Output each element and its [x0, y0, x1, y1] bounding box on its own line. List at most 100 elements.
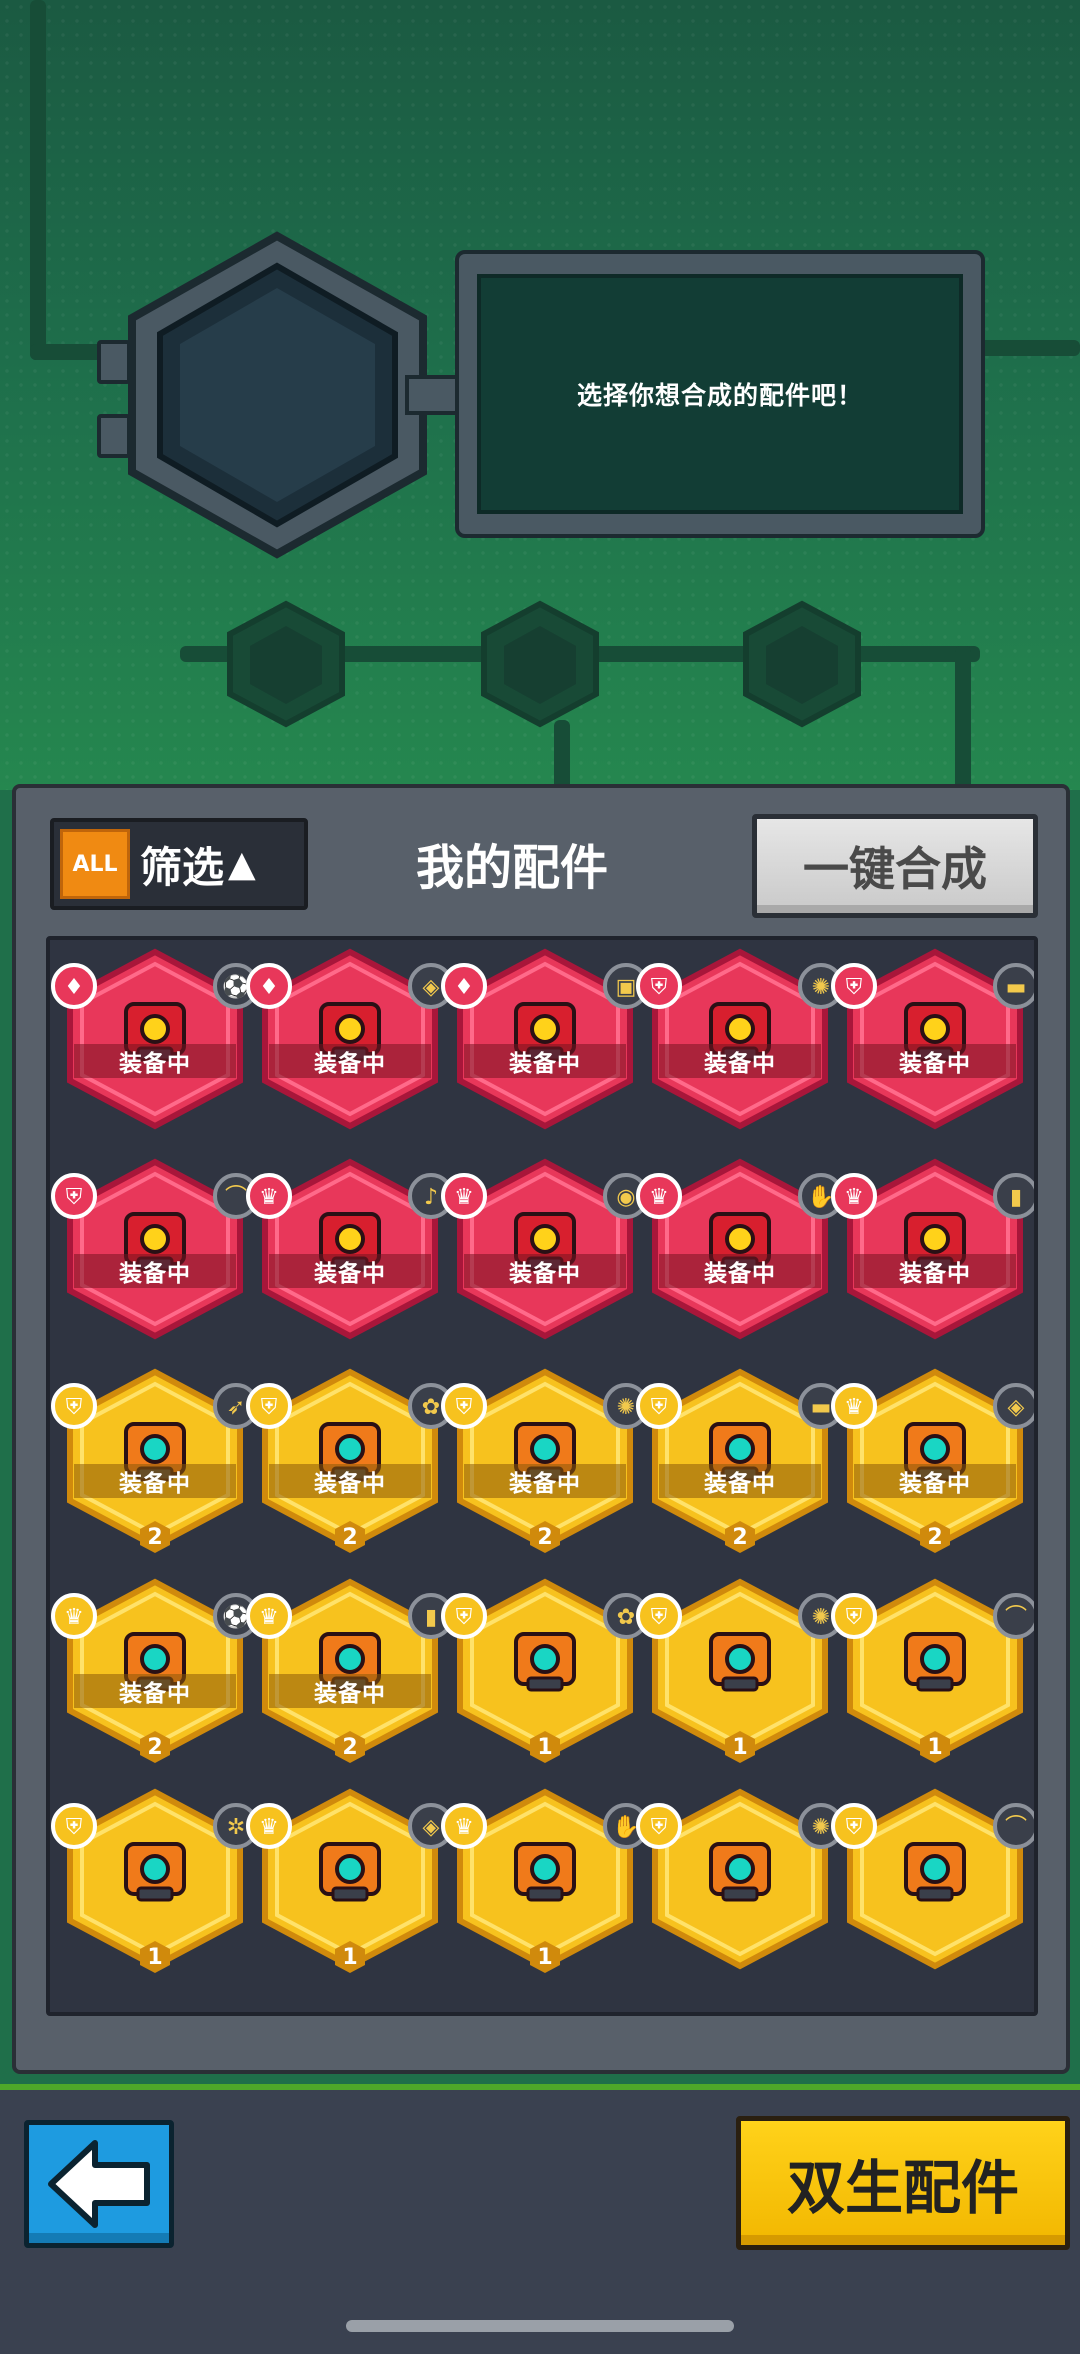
- part-card[interactable]: 装备中 ♦ ⚽: [51, 948, 259, 1138]
- level-badge: 1: [528, 1730, 562, 1764]
- svg-text:⛨: ⛨: [66, 1185, 83, 1210]
- svg-text:⛨: ⛨: [456, 1605, 473, 1630]
- equipped-label: 装备中: [659, 1464, 821, 1498]
- part-card[interactable]: 装备中 ⛨ ▬: [831, 948, 1034, 1138]
- crown-icon: ♛: [440, 1802, 488, 1850]
- walker-part: [124, 1842, 186, 1902]
- part-card[interactable]: 装备中 2 ♛ ◈: [831, 1368, 1034, 1558]
- shield-icon: ⛨: [830, 962, 878, 1010]
- crest-icon: ♦: [440, 962, 488, 1010]
- level-badge: 2: [138, 1520, 172, 1554]
- part-card[interactable]: 装备中 ♦ ◈: [246, 948, 454, 1138]
- crown-icon: ♛: [635, 1172, 683, 1220]
- empty-socket: [227, 600, 345, 728]
- part-card[interactable]: 装备中 ♛ ♪: [246, 1158, 454, 1348]
- shield-icon: ⛨: [635, 1802, 683, 1850]
- part-card[interactable]: 装备中 2 ⛨ ✺: [441, 1368, 649, 1558]
- crest-icon: ♦: [50, 962, 98, 1010]
- part-card[interactable]: 装备中 ⛨ ⌒: [51, 1158, 259, 1348]
- part-card[interactable]: 装备中 ♦ ▣: [441, 948, 649, 1138]
- part-card[interactable]: 装备中 ♛ ✋: [636, 1158, 844, 1348]
- equipped-label: 装备中: [74, 1044, 236, 1078]
- merge-all-button[interactable]: 一键合成: [752, 814, 1038, 918]
- level-badge: 2: [528, 1520, 562, 1554]
- filter-button[interactable]: ALL 筛选 ▲: [50, 818, 308, 910]
- svg-text:♛: ♛: [649, 1185, 669, 1210]
- shield-icon: ⛨: [50, 1382, 98, 1430]
- parts-grid: 装备中 ♦ ⚽ 装备中 ♦ ◈ 装备中 ♦ ▣ 装备中 ⛨ ✺ 装备中 ⛨ ▬ 装备中 ⛨ ⌒ 装备中 ♛ ♪ 装备中 ♛ ◉…: [46, 936, 1038, 2016]
- equipped-label: 装备中: [659, 1254, 821, 1288]
- part-card[interactable]: 1 ♛ ✋: [441, 1788, 649, 1978]
- svg-text:▬: ▬: [1006, 975, 1027, 1000]
- part-card[interactable]: 装备中 2 ⛨ ✿: [246, 1368, 454, 1558]
- back-button[interactable]: [24, 2120, 174, 2248]
- twin-parts-button[interactable]: 双生配件: [736, 2116, 1070, 2250]
- hint-text: 选择你想合成的配件吧！: [576, 381, 863, 410]
- svg-text:◉: ◉: [616, 1185, 635, 1210]
- level-number: 2: [342, 1524, 358, 1550]
- coil-part: [709, 1632, 771, 1692]
- part-card[interactable]: 装备中 2 ⛨ ➶: [51, 1368, 259, 1558]
- part-card[interactable]: 1 ⛨ ⌒: [831, 1578, 1034, 1768]
- part-card[interactable]: 装备中 ♛ ◉: [441, 1158, 649, 1348]
- equipped-label: 装备中: [74, 1254, 236, 1288]
- equipped-label: 装备中: [74, 1464, 236, 1498]
- part-card[interactable]: 装备中 ♛ ▮: [831, 1158, 1034, 1348]
- equipped-label: 装备中: [464, 1464, 626, 1498]
- panel-title: 我的配件: [416, 840, 609, 896]
- circuit-trace: [975, 340, 1080, 356]
- part-card[interactable]: 装备中 2 ♛ ⚽: [51, 1578, 259, 1768]
- svg-text:♛: ♛: [454, 1815, 474, 1840]
- part-card[interactable]: 1 ⛨ ✿: [441, 1578, 649, 1768]
- svg-text:⛨: ⛨: [846, 1605, 863, 1630]
- part-card[interactable]: 1 ⛨ ✺: [636, 1578, 844, 1768]
- equipped-label: 装备中: [854, 1254, 1016, 1288]
- shield-icon: ⛨: [440, 1382, 488, 1430]
- part-card[interactable]: 1 ♛ ◈: [246, 1788, 454, 1978]
- crown-icon: ♛: [830, 1172, 878, 1220]
- shield-icon: ⛨: [830, 1802, 878, 1850]
- level-number: 2: [147, 1734, 163, 1760]
- svg-text:✺: ✺: [812, 1815, 830, 1840]
- level-number: 1: [147, 1944, 163, 1970]
- svg-text:♛: ♛: [259, 1185, 279, 1210]
- crown-icon: ♛: [440, 1172, 488, 1220]
- level-number: 2: [537, 1524, 553, 1550]
- part-card[interactable]: 装备中 ⛨ ✺: [636, 948, 844, 1138]
- merge-slot[interactable]: [125, 230, 430, 560]
- level-number: 2: [927, 1524, 943, 1550]
- svg-text:⛨: ⛨: [846, 975, 863, 1000]
- svg-text:⛨: ⛨: [846, 1815, 863, 1840]
- svg-text:♪: ♪: [424, 1185, 438, 1210]
- bottom-bar: 双生配件: [0, 2084, 1080, 2354]
- part-card[interactable]: ⛨ ⌒: [831, 1788, 1034, 1978]
- circuit-trace: [30, 0, 46, 360]
- svg-text:⌒: ⌒: [1005, 1815, 1027, 1840]
- part-card[interactable]: ⛨ ✺: [636, 1788, 844, 1978]
- svg-text:✺: ✺: [617, 1395, 635, 1420]
- svg-text:▬: ▬: [811, 1395, 832, 1420]
- part-card[interactable]: 1 ⛨ ✲: [51, 1788, 259, 1978]
- part-card[interactable]: 装备中 2 ♛ ▮: [246, 1578, 454, 1768]
- svg-text:⛨: ⛨: [66, 1815, 83, 1840]
- empty-socket: [743, 600, 861, 728]
- svg-text:✲: ✲: [227, 1815, 245, 1840]
- crown-icon: ♛: [830, 1382, 878, 1430]
- part-card[interactable]: 装备中 2 ⛨ ▬: [636, 1368, 844, 1558]
- traffic-light-part: [904, 1842, 966, 1902]
- traffic-light-part: [904, 1632, 966, 1692]
- level-number: 2: [342, 1734, 358, 1760]
- svg-text:♛: ♛: [844, 1395, 864, 1420]
- svg-text:⛨: ⛨: [261, 1395, 278, 1420]
- svg-text:♛: ♛: [64, 1605, 84, 1630]
- all-filter-badge: ALL: [60, 829, 130, 899]
- svg-text:▮: ▮: [425, 1605, 437, 1630]
- svg-text:♛: ♛: [259, 1815, 279, 1840]
- level-number: 1: [537, 1734, 553, 1760]
- crown-icon: ♛: [50, 1592, 98, 1640]
- svg-text:▣: ▣: [616, 975, 637, 1000]
- svg-text:⛨: ⛨: [651, 975, 668, 1000]
- crown-icon: ♛: [245, 1802, 293, 1850]
- svg-text:✺: ✺: [812, 1605, 830, 1630]
- level-number: 1: [927, 1734, 943, 1760]
